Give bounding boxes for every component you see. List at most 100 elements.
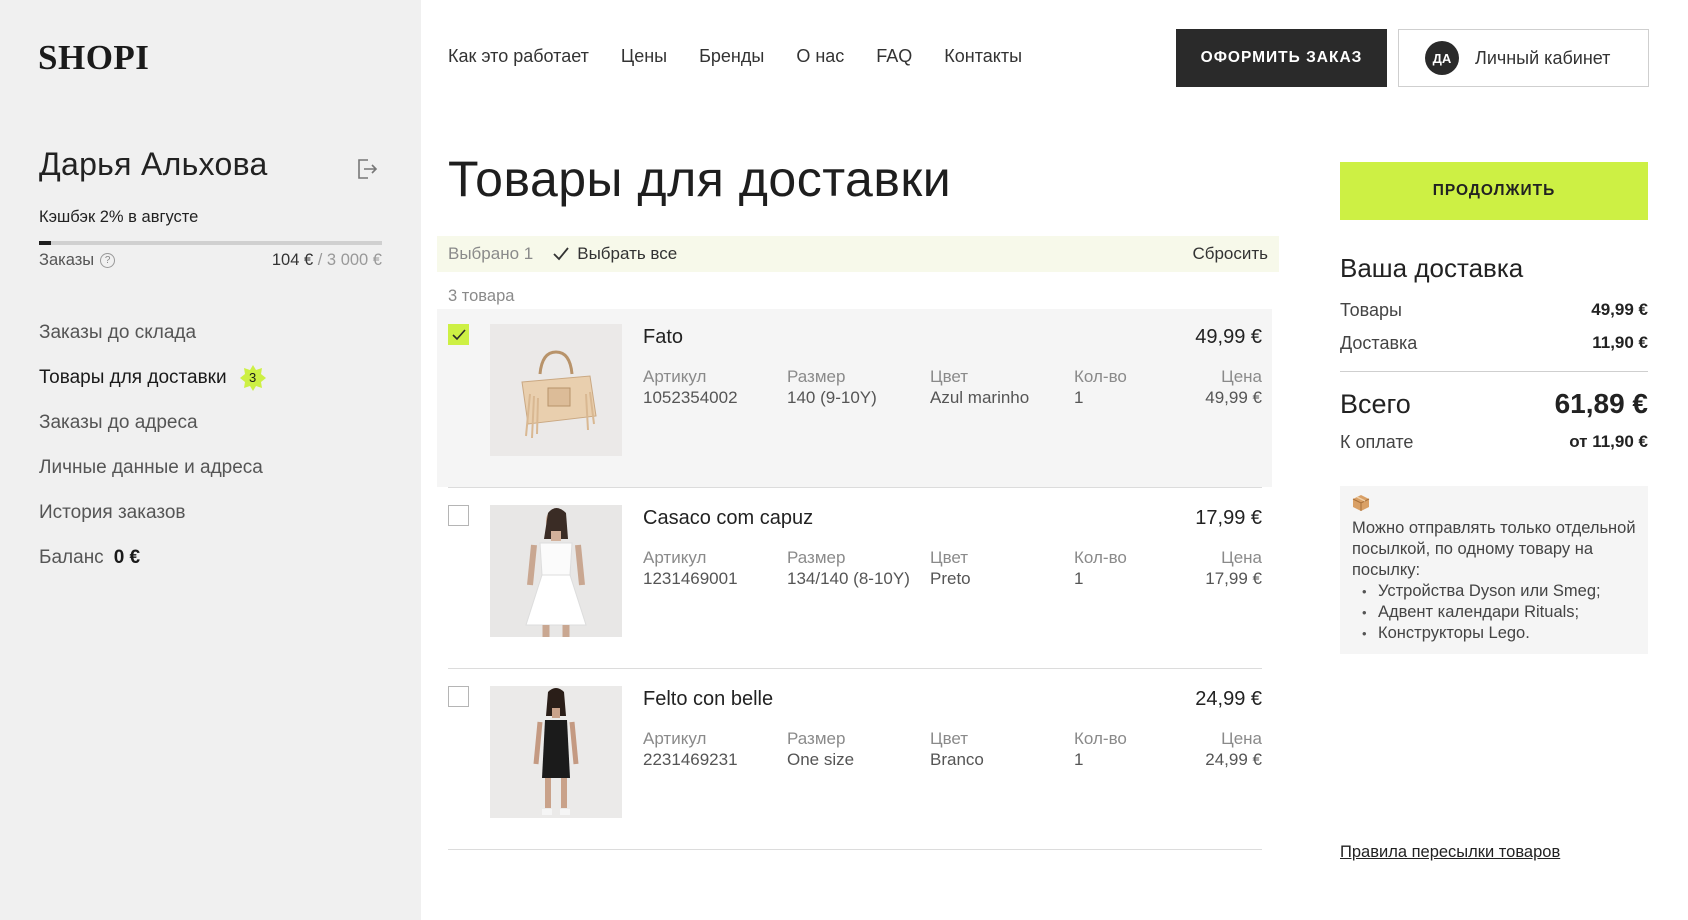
color-label: Цвет [930,548,969,567]
summary-delivery-row: Доставка 11,90 € [1340,333,1648,354]
nav-link-contacts[interactable]: Контакты [944,46,1022,67]
sidebar-item-label: Личные данные и адреса [39,456,263,478]
nav-link-brands[interactable]: Бренды [699,46,764,67]
item-color: Цвет Preto [930,547,971,589]
color-label: Цвет [930,729,969,748]
sku-label: Артикул [643,548,707,567]
color-value: Azul marinho [930,388,1030,407]
divider [448,849,1262,850]
sidebar-item-delivery-goods[interactable]: Товары для доставки 3 [39,355,267,400]
sidebar-item-label: Баланс [39,546,104,568]
size-value: One size [787,750,855,769]
cashback-label: Кэшбэк 2% в августе [39,208,199,226]
sku-value: 1231469001 [643,569,738,588]
reset-button[interactable]: Сбросить [1192,244,1268,264]
item-color: Цвет Azul marinho [930,366,1029,408]
package-icon [1352,495,1370,511]
note-list-item: Устройства Dyson или Smeg; [1352,581,1636,602]
checkmark-icon [553,247,569,261]
select-all-button[interactable]: Выбрать все [553,244,677,264]
color-value: Branco [930,750,984,769]
nav-link-prices[interactable]: Цены [621,46,667,67]
summary-pay-value: от 11,90 € [1569,432,1648,451]
sidebar-item-order-history[interactable]: История заказов [39,490,267,535]
price-value: 24,99 € [1205,750,1262,769]
product-image[interactable] [490,686,622,818]
logout-icon[interactable] [356,157,378,181]
sidebar-item-label: Товары для доставки [39,366,227,388]
nav-link-about[interactable]: О нас [796,46,844,67]
item-name: Fato [643,326,684,348]
color-label: Цвет [930,367,969,386]
avatar: ДА [1425,41,1459,75]
divider [448,487,1262,488]
price-value: 17,99 € [1205,569,1262,588]
items-count: 3 товара [448,287,515,305]
item-color: Цвет Branco [930,728,984,770]
qty-label: Кол-во [1074,548,1127,567]
item-unit-price: Цена 17,99 € [1205,547,1262,589]
item-checkbox[interactable] [448,505,469,526]
item-price: 49,99 € [1195,326,1262,348]
qty-value: 1 [1074,388,1084,407]
black-dress-image [490,686,622,818]
item-size: Размер 140 (9-10Y) [787,366,877,408]
size-label: Размер [787,367,846,386]
price-label: Цена [1221,367,1262,386]
item-unit-price: Цена 49,99 € [1205,366,1262,408]
summary-pay-label: К оплате [1340,432,1414,452]
shipping-rules-link[interactable]: Правила пересылки товаров [1340,843,1560,862]
user-name: Дарья Альхова [39,146,268,182]
list-item[interactable]: Fato 49,99 € Артикул 1052354002 Размер 140… [437,309,1272,487]
sku-value: 2231469231 [643,750,738,769]
nav-link-how-it-works[interactable]: Как это работает [448,46,589,67]
logo[interactable]: SHOPI [38,38,149,78]
list-item[interactable]: Felto con belle 24,99 € Артикул 223146923… [437,671,1272,849]
note-list: Устройства Dyson или Smeg; Адвент календ… [1352,581,1636,644]
white-dress-image [490,505,622,637]
product-image[interactable] [490,324,622,456]
place-order-button[interactable]: ОФОРМИТЬ ЗАКАЗ [1176,29,1387,87]
summary-total-value: 61,89 € [1554,388,1648,419]
sidebar-item-address-orders[interactable]: Заказы до адреса [39,400,267,445]
note-list-item: Конструкторы Lego. [1352,623,1636,644]
sku-label: Артикул [643,367,707,386]
selected-count: Выбрано 1 [448,244,534,263]
summary-delivery-label: Доставка [1340,333,1418,353]
item-qty: Кол-во 1 [1074,366,1127,408]
personal-cabinet-button[interactable]: ДА Личный кабинет [1398,29,1649,87]
sidebar-item-personal-data[interactable]: Личные данные и адреса [39,445,267,490]
sku-value: 1052354002 [643,388,738,407]
continue-button[interactable]: ПРОДОЛЖИТЬ [1340,162,1648,220]
item-name: Felto con belle [643,688,774,710]
sidebar-item-warehouse-orders[interactable]: Заказы до склада [39,310,267,355]
orders-amount-limit: / 3 000 € [317,251,382,269]
summary-goods-row: Товары 49,99 € [1340,300,1648,321]
orders-amount: 104 € / 3 000 € [272,251,382,270]
summary-delivery-value: 11,90 € [1592,333,1648,352]
item-qty: Кол-во 1 [1074,728,1127,770]
note-text: Можно отправлять только отдельной посылк… [1352,519,1636,579]
item-sku: Артикул 1231469001 [643,547,738,589]
item-checkbox[interactable] [448,686,469,707]
qty-label: Кол-во [1074,367,1127,386]
qty-label: Кол-во [1074,729,1127,748]
item-price: 24,99 € [1195,688,1262,710]
item-size: Размер One size [787,728,854,770]
nav-link-faq[interactable]: FAQ [876,46,912,67]
summary-title: Ваша доставка [1340,253,1524,283]
item-checkbox[interactable] [448,324,469,345]
sku-label: Артикул [643,729,707,748]
list-item[interactable]: Casaco com capuz 17,99 € Артикул 12314690… [437,490,1272,668]
cashback-progress [39,241,382,245]
product-image[interactable] [490,505,622,637]
divider [1340,371,1648,372]
sidebar-item-balance[interactable]: Баланс 0 € [39,535,267,580]
top-nav: Как это работает Цены Бренды О нас FAQ К… [448,46,1022,67]
help-icon[interactable]: ? [100,253,116,268]
select-all-label: Выбрать все [577,244,678,263]
personal-cabinet-label: Личный кабинет [1475,47,1611,68]
selection-bar: Выбрано 1 Выбрать все Сбросить [437,236,1279,272]
qty-value: 1 [1074,750,1084,769]
item-size: Размер 134/140 (8-10Y) [787,547,910,589]
